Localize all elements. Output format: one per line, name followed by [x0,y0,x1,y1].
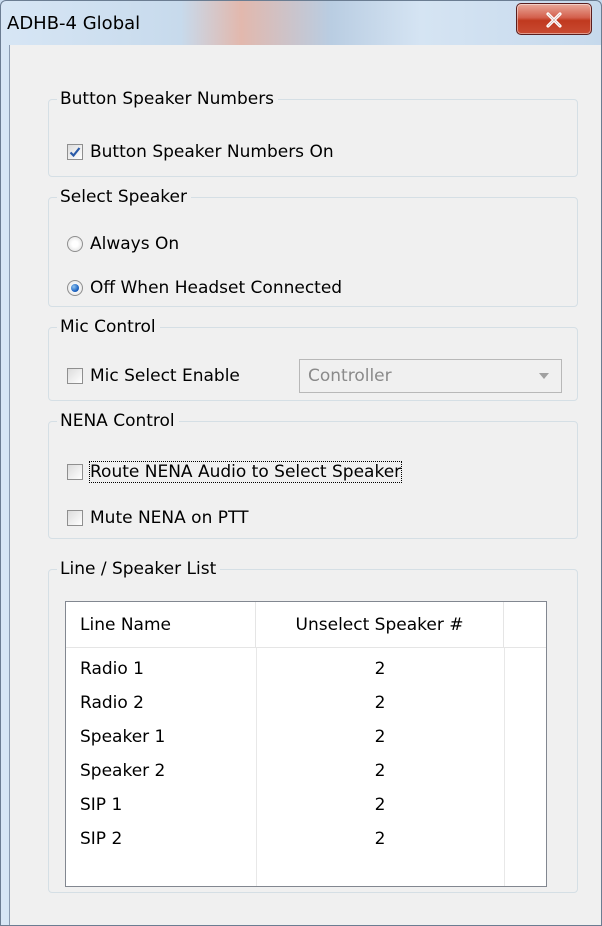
close-button[interactable] [516,3,592,35]
table-row[interactable]: Speaker 1 2 [66,720,546,754]
speaker-number-cell: 2 [374,795,386,815]
dialog-window: ADHB-4 Global Button Speaker Numbers But… [0,0,602,926]
column-header-line-name[interactable]: Line Name [66,602,256,648]
group-label: Select Speaker [60,187,187,207]
column-header-unselect-speaker[interactable]: Unselect Speaker # [256,602,504,648]
mute-nena-on-ptt-checkbox[interactable]: Mute NENA on PTT [67,507,248,529]
window-title: ADHB-4 Global [7,13,141,34]
group-label: NENA Control [60,411,175,431]
table-row[interactable]: Radio 1 2 [66,652,546,686]
chevron-down-icon [539,373,549,379]
line-name-cell: Radio 1 [80,659,144,679]
line-speaker-list-group: Line / Speaker List Line Name Unselect S… [48,559,578,893]
close-icon [546,12,562,28]
speaker-number-cell: 2 [374,829,386,849]
group-label: Button Speaker Numbers [60,89,275,109]
mic-select-enable-checkbox[interactable]: Mic Select Enable [67,365,240,387]
select-speaker-group: Select Speaker Always On Off When Headse… [48,187,578,307]
table-row[interactable]: SIP 2 2 [66,822,546,856]
speaker-number-cell: 2 [374,659,386,679]
mic-controller-dropdown[interactable]: Controller [299,359,562,393]
nena-control-group: NENA Control Route NENA Audio to Select … [48,411,578,539]
checkbox-label: Button Speaker Numbers On [90,142,334,162]
checkbox-label: Mute NENA on PTT [90,508,249,528]
radio-unselected-icon[interactable] [67,236,83,252]
radio-label: Off When Headset Connected [90,278,343,298]
checkbox-checked-icon[interactable] [67,144,83,160]
mic-control-group: Mic Control Mic Select Enable Controller [48,317,578,401]
title-bar[interactable]: ADHB-4 Global [1,1,601,45]
line-name-cell: Speaker 1 [80,727,166,747]
speaker-number-cell: 2 [374,761,386,781]
checkbox-label: Route NENA Audio to Select Speaker [88,461,403,483]
dropdown-value: Controller [308,366,392,386]
speaker-number-cell: 2 [374,727,386,747]
line-name-cell: Radio 2 [80,693,144,713]
radio-label: Always On [90,234,180,254]
button-speaker-numbers-on-checkbox[interactable]: Button Speaker Numbers On [67,141,334,163]
off-when-headset-connected-radio[interactable]: Off When Headset Connected [67,277,342,299]
checkbox-label: Mic Select Enable [90,366,240,386]
group-label: Mic Control [60,317,156,337]
always-on-radio[interactable]: Always On [67,233,179,255]
line-name-cell: Speaker 2 [80,761,166,781]
radio-selected-icon[interactable] [67,280,83,296]
dialog-client-area: Button Speaker Numbers Button Speaker Nu… [9,45,601,925]
group-label: Line / Speaker List [60,559,217,579]
button-speaker-numbers-group: Button Speaker Numbers Button Speaker Nu… [48,89,578,177]
speaker-number-cell: 2 [374,693,386,713]
line-name-cell: SIP 1 [80,795,123,815]
line-speaker-table[interactable]: Line Name Unselect Speaker # Radio 1 2 R… [65,601,547,887]
table-row[interactable]: Radio 2 2 [66,686,546,720]
column-header-label: Line Name [80,615,171,635]
column-header-label: Unselect Speaker # [295,615,464,635]
line-name-cell: SIP 2 [80,829,123,849]
table-row[interactable]: Speaker 2 2 [66,754,546,788]
route-nena-audio-checkbox[interactable]: Route NENA Audio to Select Speaker [67,461,403,483]
column-header-filler [504,602,546,648]
table-row[interactable]: SIP 1 2 [66,788,546,822]
checkbox-unchecked-icon[interactable] [67,510,83,526]
checkbox-unchecked-icon[interactable] [67,368,83,384]
checkbox-unchecked-icon[interactable] [67,464,83,480]
